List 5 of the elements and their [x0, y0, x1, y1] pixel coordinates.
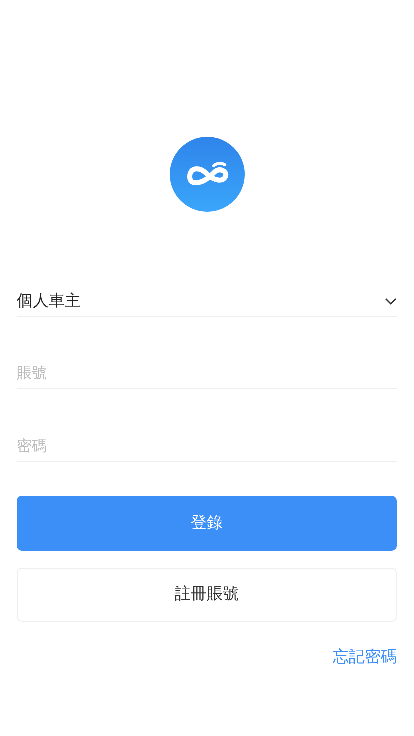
- account-field[interactable]: 賬號: [17, 359, 397, 389]
- password-field[interactable]: 密碼: [17, 432, 397, 462]
- chevron-down-icon: [385, 298, 397, 306]
- role-dropdown[interactable]: 個人車主: [17, 287, 397, 317]
- register-button[interactable]: 註冊賬號: [17, 568, 397, 622]
